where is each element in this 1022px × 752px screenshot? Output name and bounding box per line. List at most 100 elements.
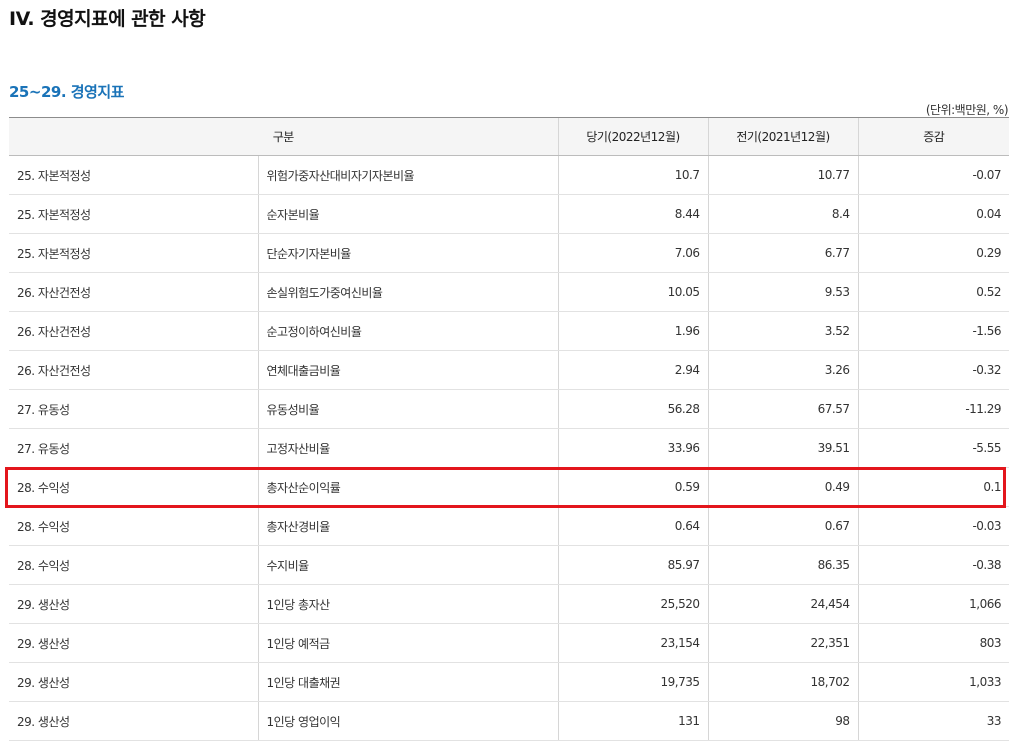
cell-previous: 98 [707, 701, 858, 741]
cell-change: 33 [857, 701, 1009, 741]
table-row: 26. 자산건전성 연체대출금비율 2.94 3.26 -0.32 [9, 350, 1009, 390]
table-row: 25. 자본적정성 위험가중자산대비자기자본비율 10.7 10.77 -0.07 [9, 155, 1009, 195]
cell-previous: 67.57 [707, 389, 858, 429]
header-change: 증감 [857, 117, 1009, 156]
cell-group: 29. 생산성 [9, 584, 258, 624]
cell-group: 27. 유동성 [9, 389, 258, 429]
cell-group: 26. 자산건전성 [9, 272, 258, 312]
cell-previous: 18,702 [707, 662, 858, 702]
table-row: 27. 유동성 고정자산비율 33.96 39.51 -5.55 [9, 428, 1009, 468]
cell-group: 26. 자산건전성 [9, 350, 258, 390]
cell-group: 29. 생산성 [9, 662, 258, 702]
cell-item: 유동성비율 [257, 389, 558, 429]
cell-change: -1.56 [857, 311, 1009, 351]
table-row: 25. 자본적정성 순자본비율 8.44 8.4 0.04 [9, 194, 1009, 234]
cell-item: 수지비율 [257, 545, 558, 585]
cell-previous: 0.67 [707, 506, 858, 546]
management-indicators-table: 구분 당기(2022년12월) 전기(2021년12월) 증감 25. 자본적정… [9, 117, 1009, 741]
cell-change: 1,066 [857, 584, 1009, 624]
cell-change: 803 [857, 623, 1009, 663]
table-row: 29. 생산성 1인당 예적금 23,154 22,351 803 [9, 623, 1009, 663]
table-row: 29. 생산성 1인당 영업이익 131 98 33 [9, 701, 1009, 741]
cell-item: 총자산경비율 [257, 506, 558, 546]
cell-previous: 10.77 [707, 155, 858, 195]
page-title: IV. 경영지표에 관한 사항 [9, 8, 206, 30]
cell-group: 29. 생산성 [9, 701, 258, 741]
cell-previous: 8.4 [707, 194, 858, 234]
cell-item: 1인당 예적금 [257, 623, 558, 663]
table-row: 25. 자본적정성 단순자기자본비율 7.06 6.77 0.29 [9, 233, 1009, 273]
cell-change: 0.04 [857, 194, 1009, 234]
cell-item: 고정자산비율 [257, 428, 558, 468]
cell-group: 25. 자본적정성 [9, 194, 258, 234]
table-body: 25. 자본적정성 위험가중자산대비자기자본비율 10.7 10.77 -0.07 25.… [9, 155, 1009, 741]
header-previous: 전기(2021년12월) [707, 117, 858, 156]
cell-change: 0.52 [857, 272, 1009, 312]
cell-item: 위험가중자산대비자기자본비율 [257, 155, 558, 195]
header-category: 구분 [9, 117, 558, 156]
cell-previous: 24,454 [707, 584, 858, 624]
cell-previous: 22,351 [707, 623, 858, 663]
cell-change: -0.32 [857, 350, 1009, 390]
cell-current: 10.7 [557, 155, 708, 195]
cell-item: 1인당 대출채권 [257, 662, 558, 702]
cell-previous: 3.26 [707, 350, 858, 390]
cell-change: 0.1 [857, 467, 1009, 507]
management-indicators-table-wrapper: 구분 당기(2022년12월) 전기(2021년12월) 증감 25. 자본적정… [9, 117, 1009, 741]
unit-note: (단위:백만원, %) [925, 103, 1009, 117]
cell-change: -0.38 [857, 545, 1009, 585]
cell-current: 25,520 [557, 584, 708, 624]
cell-current: 1.96 [557, 311, 708, 351]
cell-group: 29. 생산성 [9, 623, 258, 663]
cell-group: 28. 수익성 [9, 506, 258, 546]
cell-group: 28. 수익성 [9, 545, 258, 585]
cell-item: 순고정이하여신비율 [257, 311, 558, 351]
cell-current: 0.64 [557, 506, 708, 546]
cell-item: 1인당 영업이익 [257, 701, 558, 741]
table-row: 26. 자산건전성 순고정이하여신비율 1.96 3.52 -1.56 [9, 311, 1009, 351]
cell-current: 131 [557, 701, 708, 741]
cell-item: 1인당 총자산 [257, 584, 558, 624]
header-current: 당기(2022년12월) [557, 117, 708, 156]
cell-previous: 0.49 [707, 467, 858, 507]
table-row: 29. 생산성 1인당 대출채권 19,735 18,702 1,033 [9, 662, 1009, 702]
table-row: 28. 수익성 총자산경비율 0.64 0.67 -0.03 [9, 506, 1009, 546]
section-title: 25~29. 경영지표 [9, 83, 124, 101]
cell-current: 8.44 [557, 194, 708, 234]
cell-group: 25. 자본적정성 [9, 233, 258, 273]
cell-previous: 6.77 [707, 233, 858, 273]
cell-group: 26. 자산건전성 [9, 311, 258, 351]
table-row: 27. 유동성 유동성비율 56.28 67.57 -11.29 [9, 389, 1009, 429]
cell-change: 1,033 [857, 662, 1009, 702]
cell-group: 25. 자본적정성 [9, 155, 258, 195]
cell-current: 23,154 [557, 623, 708, 663]
cell-item: 연체대출금비율 [257, 350, 558, 390]
table-row: 26. 자산건전성 손실위험도가중여신비율 10.05 9.53 0.52 [9, 272, 1009, 312]
cell-current: 19,735 [557, 662, 708, 702]
cell-item: 순자본비율 [257, 194, 558, 234]
cell-current: 7.06 [557, 233, 708, 273]
cell-current: 10.05 [557, 272, 708, 312]
cell-change: -5.55 [857, 428, 1009, 468]
cell-current: 0.59 [557, 467, 708, 507]
cell-previous: 39.51 [707, 428, 858, 468]
cell-group: 28. 수익성 [9, 467, 258, 507]
cell-change: 0.29 [857, 233, 1009, 273]
table-header-row: 구분 당기(2022년12월) 전기(2021년12월) 증감 [9, 117, 1009, 156]
cell-current: 85.97 [557, 545, 708, 585]
table-row: 28. 수익성 총자산순이익률 0.59 0.49 0.1 [9, 467, 1009, 507]
cell-previous: 3.52 [707, 311, 858, 351]
cell-change: -11.29 [857, 389, 1009, 429]
cell-group: 27. 유동성 [9, 428, 258, 468]
cell-current: 33.96 [557, 428, 708, 468]
cell-previous: 9.53 [707, 272, 858, 312]
cell-current: 56.28 [557, 389, 708, 429]
cell-item: 손실위험도가중여신비율 [257, 272, 558, 312]
cell-previous: 86.35 [707, 545, 858, 585]
cell-current: 2.94 [557, 350, 708, 390]
table-row: 28. 수익성 수지비율 85.97 86.35 -0.38 [9, 545, 1009, 585]
cell-item: 총자산순이익률 [257, 467, 558, 507]
cell-item: 단순자기자본비율 [257, 233, 558, 273]
cell-change: -0.03 [857, 506, 1009, 546]
cell-change: -0.07 [857, 155, 1009, 195]
